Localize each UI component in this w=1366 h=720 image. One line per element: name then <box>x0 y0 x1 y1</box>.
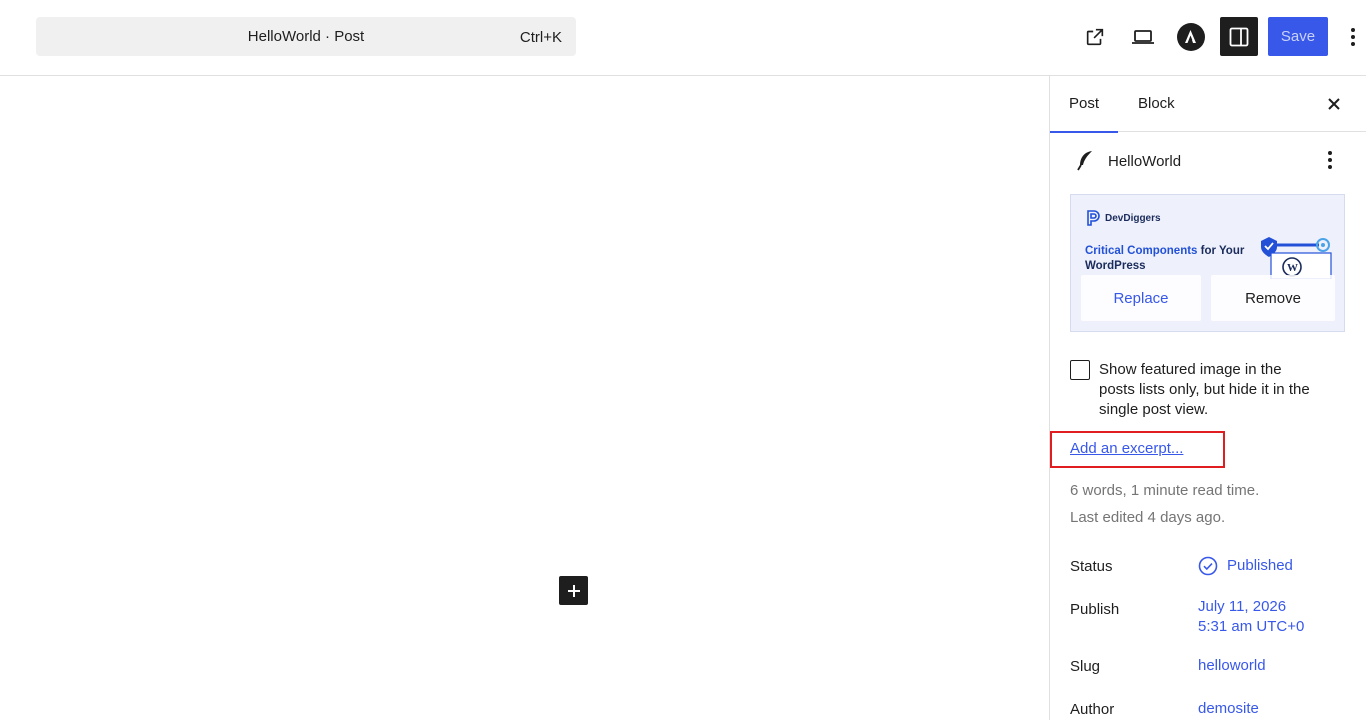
command-palette-bar[interactable]: HelloWorld · Post Ctrl+K <box>36 17 576 56</box>
hide-featured-image-label: Show featured image in the posts lists o… <box>1099 361 1310 418</box>
publish-time: 5:31 am UTC+0 <box>1198 618 1305 635</box>
featured-image-headline: Critical Components for Your WordPress <box>1085 244 1255 274</box>
status-value: Published <box>1227 557 1293 574</box>
headline-accent: Critical Components <box>1085 245 1198 257</box>
plus-icon <box>567 584 580 597</box>
word-count: 6 words, 1 minute read time. <box>1070 482 1260 499</box>
close-sidebar-button[interactable] <box>1322 92 1346 116</box>
author-label: Author <box>1070 701 1115 718</box>
sidebar-toggle-icon <box>1229 27 1249 46</box>
replace-image-button[interactable]: Replace <box>1081 275 1201 321</box>
tab-block[interactable]: Block <box>1138 76 1175 132</box>
external-link-icon <box>1086 28 1104 46</box>
astra-logo-icon <box>1177 23 1205 51</box>
check-circle-icon <box>1198 556 1218 576</box>
status-label: Status <box>1070 558 1113 575</box>
save-button[interactable]: Save <box>1268 17 1328 56</box>
devdiggers-logo-icon <box>1087 210 1100 226</box>
slug-button[interactable]: helloworld <box>1198 656 1266 676</box>
tab-post[interactable]: Post <box>1050 76 1118 133</box>
device-preview-button[interactable] <box>1123 17 1163 57</box>
svg-text:W: W <box>1287 262 1298 274</box>
options-menu-button[interactable] <box>1340 17 1366 57</box>
editor-canvas[interactable] <box>0 76 1049 720</box>
more-vertical-icon <box>1328 151 1332 169</box>
publish-date: July 11, 2026 <box>1198 598 1287 615</box>
add-excerpt-link[interactable]: Add an excerpt... <box>1070 440 1183 457</box>
remove-image-button[interactable]: Remove <box>1211 275 1335 321</box>
status-button[interactable]: Published <box>1198 556 1293 576</box>
settings-sidebar-toggle[interactable] <box>1220 17 1258 56</box>
last-edited: Last edited 4 days ago. <box>1070 509 1226 526</box>
editor-topbar: HelloWorld · Post Ctrl+K Save <box>0 0 1366 76</box>
laptop-icon <box>1132 30 1154 44</box>
wordpress-shield-graphic: W <box>1261 237 1332 279</box>
block-inserter-button[interactable] <box>559 576 588 605</box>
view-post-button[interactable] <box>1075 17 1115 57</box>
document-title: HelloWorld · Post <box>247 28 365 45</box>
feather-icon <box>1077 151 1092 171</box>
sidebar-tabs: Post Block <box>1050 76 1366 133</box>
publish-label: Publish <box>1070 601 1120 618</box>
featured-image-brand: DevDiggers <box>1085 209 1161 227</box>
close-icon <box>1328 98 1340 110</box>
astra-settings-button[interactable] <box>1171 17 1211 57</box>
brand-name: DevDiggers <box>1105 212 1161 224</box>
hide-featured-image-checkbox[interactable] <box>1070 360 1090 380</box>
post-title: HelloWorld <box>1108 153 1182 170</box>
command-shortcut: Ctrl+K <box>519 29 562 46</box>
post-actions-button[interactable] <box>1318 148 1342 172</box>
slug-label: Slug <box>1070 658 1101 675</box>
author-button[interactable]: demosite <box>1198 699 1259 719</box>
settings-sidebar: Post Block HelloWorld DevDiggers Critica… <box>1049 76 1366 720</box>
more-vertical-icon <box>1351 28 1355 46</box>
post-summary-header: HelloWorld <box>1050 146 1366 176</box>
featured-image[interactable]: DevDiggers Critical Components for Your … <box>1070 194 1345 332</box>
publish-date-button[interactable]: July 11, 2026 5:31 am UTC+0 <box>1198 597 1304 637</box>
